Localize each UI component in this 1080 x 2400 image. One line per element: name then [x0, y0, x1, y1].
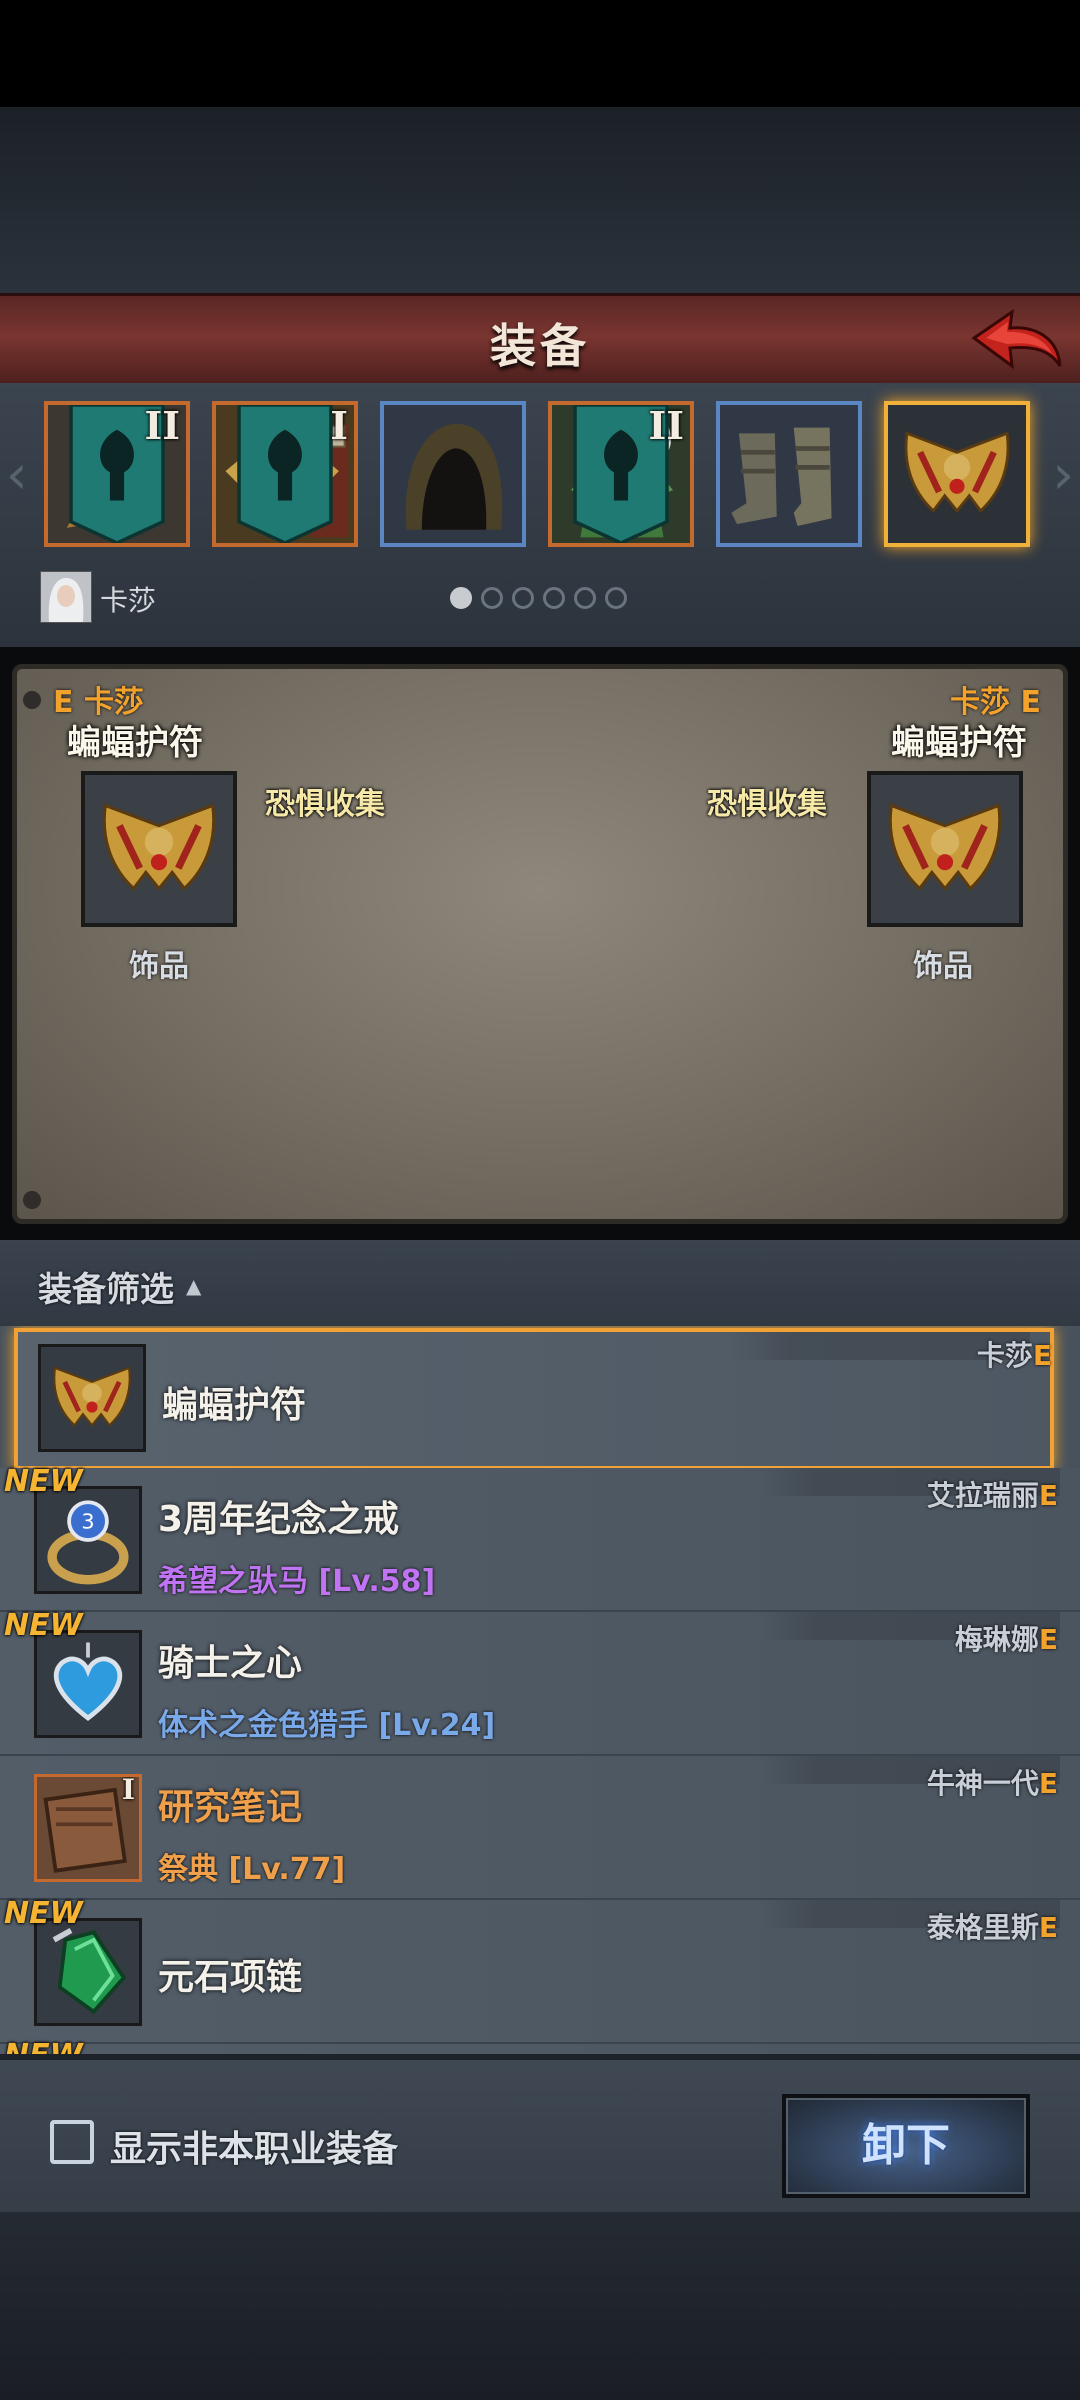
page-dot[interactable] [605, 587, 627, 609]
page-dot[interactable] [481, 587, 503, 609]
header: 装备 [0, 293, 1080, 389]
owner-name: 牛神一代 [926, 1767, 1039, 1800]
bat-amulet-icon [38, 1344, 146, 1452]
bat-amulet-icon [888, 405, 1026, 543]
owner-label: 卡莎E [977, 1334, 1052, 1374]
owner-label: 艾拉瑞丽E [927, 1474, 1058, 1514]
equip-slot-weapon[interactable]: II [44, 401, 190, 547]
filter-bar[interactable]: 装备筛选 ▲ [0, 1240, 1080, 1326]
bottom-backdrop [0, 2212, 1080, 2400]
new-badge: NEW [4, 1896, 83, 1931]
strip-left-icon[interactable]: ‹ [6, 443, 28, 506]
new-badge: NEW [4, 2038, 83, 2054]
page-title: 装备 [490, 319, 590, 373]
compare-panel: E 卡莎 蝙蝠护符 饰品 恐惧收集 卡莎 E 蝙蝠护符 饰品 恐惧收集 [12, 664, 1068, 1224]
owner-label: 牛神一代E [927, 1762, 1058, 1802]
unequip-button[interactable]: 卸下 [782, 2094, 1030, 2198]
equip-slot-boots[interactable] [716, 401, 862, 547]
owner-name: 梅琳娜 [954, 1623, 1039, 1656]
new-badge: NEW [4, 1464, 83, 1499]
equipment-strip: ‹ › II I II 卡莎 [0, 383, 1080, 647]
item-title: 3周年纪念之戒 [158, 1499, 400, 1540]
filter-label[interactable]: 装备筛选 [38, 1262, 174, 1311]
item-title: 元石项链 [158, 1957, 303, 1998]
page-dot[interactable] [512, 587, 534, 609]
list-item[interactable]: 3 NEW 艾拉瑞丽E 3周年纪念之戒 希望之驮马 [Lv.58] [0, 1464, 1080, 1612]
owner-label: 泰格里斯E [927, 1906, 1058, 1946]
gem-necklace-icon [34, 1918, 142, 2026]
page-dot[interactable] [543, 587, 565, 609]
compare-right-item-icon [867, 771, 1023, 927]
pin-icon [23, 1191, 41, 1209]
back-arrow-icon [971, 308, 1062, 370]
svg-text:3: 3 [81, 1510, 94, 1534]
tier-label: II [648, 403, 684, 448]
item-title: 蝙蝠护符 [162, 1385, 307, 1426]
boots-icon [720, 405, 858, 543]
list-item[interactable]: 卡莎E 蝙蝠护符 [14, 1328, 1054, 1470]
show-other-class-label[interactable]: 显示非本职业装备 [110, 2120, 398, 2172]
back-button[interactable] [966, 304, 1066, 380]
page-dot[interactable] [574, 587, 596, 609]
owner-equipped-mark: E [1038, 1479, 1058, 1512]
list-item[interactable]: I 牛神一代E 研究笔记 祭典 [Lv.77] [0, 1756, 1080, 1900]
owner-equipped-mark: E [1038, 1623, 1058, 1656]
compare-left-item-icon [81, 771, 237, 927]
owner-name: 卡莎 [976, 1339, 1033, 1372]
equip-slot-helmet[interactable] [380, 401, 526, 547]
owner-equipped-mark: E [1038, 1767, 1058, 1800]
compare-left-tag: 恐惧收集 [265, 787, 385, 822]
owner-name: 泰格里斯 [926, 1911, 1039, 1944]
compare-right-type: 饰品 [913, 949, 973, 984]
tier-label: I [330, 403, 348, 448]
ring-icon: 3 [34, 1486, 142, 1594]
avatar[interactable] [40, 571, 92, 623]
owner-equipped-mark: E [1038, 1911, 1058, 1944]
compare-left-type: 饰品 [129, 949, 189, 984]
status-bar [0, 0, 1080, 107]
strip-right-icon[interactable]: › [1052, 443, 1074, 506]
hero-portrait-icon [41, 572, 91, 622]
footer: 显示非本职业装备 卸下 [0, 2054, 1080, 2218]
page-dot[interactable] [450, 587, 472, 609]
list-item[interactable]: NEW 泰格里斯E 元石项链 [0, 1896, 1080, 2044]
item-title: 骑士之心 [158, 1643, 303, 1684]
bat-amulet-icon [85, 775, 233, 923]
heart-pendant-icon [34, 1630, 142, 1738]
show-other-class-checkbox[interactable] [50, 2120, 94, 2164]
compare-right-tag: 恐惧收集 [707, 787, 827, 822]
tier-label: II [144, 403, 180, 448]
equip-slot-offhand[interactable]: I [212, 401, 358, 547]
item-title: 研究笔记 [158, 1787, 303, 1828]
item-set-label: 祭典 [Lv.77] [158, 1852, 346, 1887]
new-badge: NEW [4, 1608, 83, 1643]
owner-equipped-mark: E [1032, 1339, 1052, 1372]
bat-amulet-icon [871, 775, 1019, 923]
tier-label: I [121, 1774, 135, 1806]
list-item[interactable]: NEW 梅琳娜E 骑士之心 体术之金色猎手 [Lv.24] [0, 1608, 1080, 1756]
pin-icon [23, 691, 41, 709]
item-set-label: 希望之驮马 [Lv.58] [158, 1564, 436, 1599]
hood-icon [384, 405, 522, 543]
equipment-list: 卡莎E 蝙蝠护符 3 NEW 艾拉瑞丽E 3周年纪念之戒 希望之驮马 [Lv.5… [0, 1326, 1080, 2054]
top-backdrop [0, 107, 1080, 293]
list-item[interactable]: NEW [0, 2038, 1080, 2054]
equip-slot-accessory[interactable] [884, 401, 1030, 547]
compare-left-item-name: 蝙蝠护符 [67, 723, 203, 763]
hero-name: 卡莎 [100, 584, 157, 617]
item-set-label: 体术之金色猎手 [Lv.24] [158, 1708, 496, 1743]
caret-up-icon[interactable]: ▲ [186, 1274, 201, 1298]
owner-name: 艾拉瑞丽 [926, 1479, 1039, 1512]
notebook-icon: I [34, 1774, 142, 1882]
owner-label: 梅琳娜E [955, 1618, 1058, 1658]
equip-slot-armor[interactable]: II [548, 401, 694, 547]
compare-right-item-name: 蝙蝠护符 [891, 723, 1027, 763]
